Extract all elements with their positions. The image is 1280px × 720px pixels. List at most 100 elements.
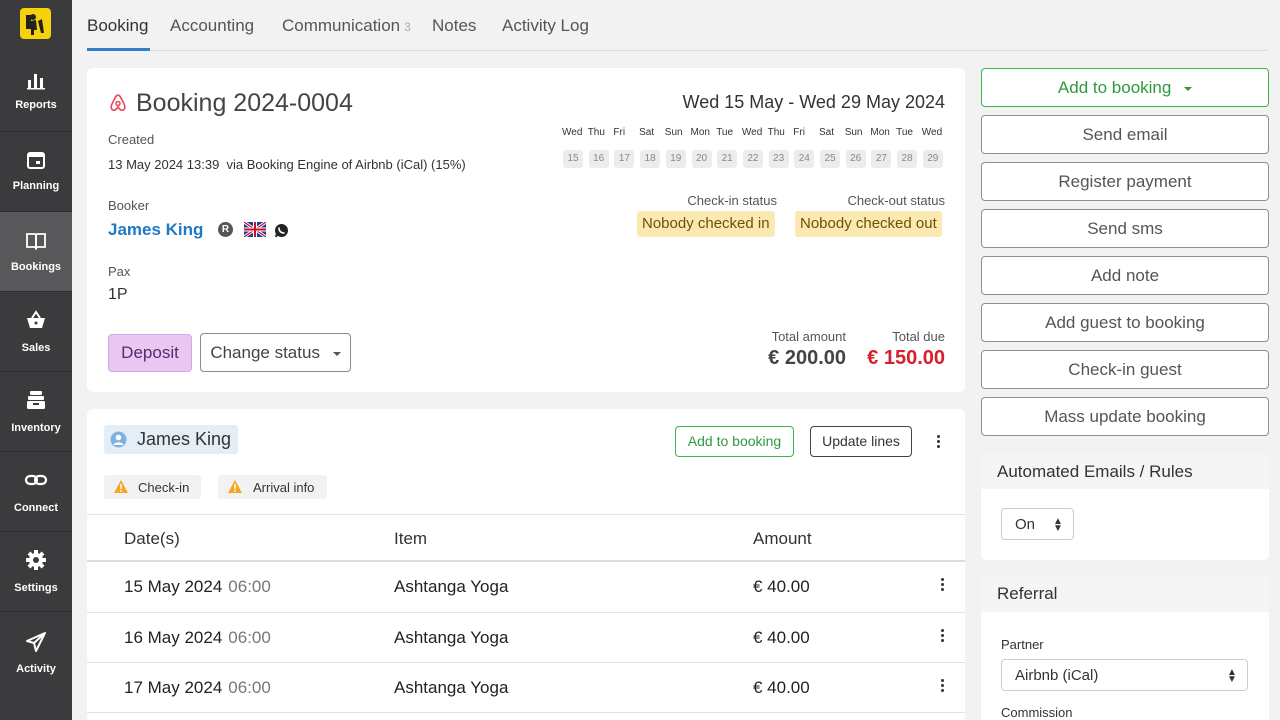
guest-add-to-booking-button[interactable]: Add to booking — [675, 426, 794, 457]
send-email-button[interactable]: Send email — [981, 115, 1269, 154]
uk-flag-icon — [243, 220, 267, 239]
calendar-day-label: Wed — [562, 127, 583, 138]
calendar-date-cell[interactable]: 17 — [614, 150, 635, 168]
add-guest-button[interactable]: Add guest to booking — [981, 303, 1269, 342]
user-icon — [110, 431, 127, 448]
warning-label: Arrival info — [253, 480, 315, 495]
table-row[interactable]: 15 May 2024 06:00 Ashtanga Yoga € 40.00 — [87, 562, 965, 612]
row-more-options-icon[interactable] — [939, 576, 945, 596]
calendar-date-cell[interactable]: 26 — [845, 150, 866, 168]
select-value: On — [1015, 516, 1036, 533]
warning-icon — [227, 479, 243, 494]
calendar-date-cell[interactable]: 19 — [665, 150, 686, 168]
deposit-status-button[interactable]: Deposit — [108, 334, 192, 372]
change-status-label: Change status — [210, 343, 320, 362]
row-amount: € 40.00 — [753, 577, 810, 596]
tab-accounting[interactable]: Accounting — [170, 16, 254, 36]
gear-icon — [24, 548, 48, 572]
booker-name-link[interactable]: James King — [108, 220, 203, 240]
sort-arrows-icon: ▲ ▼ — [1053, 516, 1063, 534]
sidebar-item-planning[interactable]: Planning — [0, 132, 72, 212]
tab-communication[interactable]: Communication 3 — [282, 16, 411, 36]
sidebar-item-label: Bookings — [10, 261, 62, 273]
mass-update-booking-button[interactable]: Mass update booking — [981, 397, 1269, 436]
guest-more-options-icon[interactable] — [935, 433, 941, 450]
column-header-amount: Amount — [753, 529, 812, 548]
row-amount: € 40.00 — [753, 678, 810, 697]
row-divider — [87, 712, 965, 713]
calendar-date-cell[interactable]: 20 — [691, 150, 712, 168]
row-more-options-icon[interactable] — [939, 627, 945, 647]
update-lines-button[interactable]: Update lines — [810, 426, 912, 457]
total-due-label: Total due — [892, 329, 945, 344]
table-row[interactable]: 16 May 2024 06:00 Ashtanga Yoga € 40.00 — [87, 612, 965, 662]
bar-chart-icon — [24, 68, 48, 92]
arrival-info-warning-chip[interactable]: Arrival info — [218, 475, 327, 499]
calendar-day-label: Thu — [587, 127, 605, 138]
tab-booking[interactable]: Booking — [87, 16, 148, 36]
link-icon — [24, 468, 48, 492]
tab-notes[interactable]: Notes — [432, 16, 476, 36]
tab-divider — [87, 50, 1268, 51]
calendar-date-cell[interactable]: 25 — [820, 150, 840, 168]
row-item: Ashtanga Yoga — [394, 678, 509, 697]
add-to-booking-dropdown[interactable]: Add to booking — [981, 68, 1269, 107]
row-item: Ashtanga Yoga — [394, 577, 509, 596]
calendar-day-label: Wed — [921, 127, 943, 138]
row-more-options-icon[interactable] — [939, 677, 945, 697]
checkout-status-badge: Nobody checked out — [795, 211, 942, 237]
calendar-date-cell[interactable]: 24 — [794, 150, 815, 168]
sidebar-item-reports[interactable]: Reports — [0, 52, 72, 132]
add-note-button[interactable]: Add note — [981, 256, 1269, 295]
app-logo[interactable] — [20, 8, 51, 39]
created-label: Created — [108, 132, 155, 147]
sidebar-item-settings[interactable]: Settings — [0, 532, 72, 612]
column-header-item: Item — [394, 529, 428, 548]
sidebar-item-bookings[interactable]: Bookings — [0, 212, 72, 292]
whatsapp-icon[interactable] — [274, 223, 289, 238]
calendar-date-cell[interactable]: 22 — [742, 150, 763, 168]
checkin-warning-chip[interactable]: Check-in — [104, 475, 201, 499]
guest-name-chip[interactable]: James King — [104, 425, 238, 454]
calendar-day-label: Fri — [793, 127, 805, 138]
sidebar-item-label: Inventory — [11, 422, 61, 434]
checkin-guest-button[interactable]: Check-in guest — [981, 350, 1269, 389]
partner-select[interactable]: Airbnb (iCal) ▲ ▼ — [1001, 659, 1248, 691]
sidebar-item-connect[interactable]: Connect — [0, 452, 72, 532]
sidebar-item-label: Sales — [21, 342, 51, 354]
total-due: € 150.00 — [867, 347, 945, 369]
tab-activity-log[interactable]: Activity Log — [502, 16, 589, 36]
calendar-date-cell[interactable]: 28 — [897, 150, 918, 168]
send-sms-button[interactable]: Send sms — [981, 209, 1269, 248]
calendar-date-cell[interactable]: 23 — [768, 150, 789, 168]
warning-label: Check-in — [138, 480, 190, 495]
register-payment-button[interactable]: Register payment — [981, 162, 1269, 201]
calendar-day-label: Mon — [690, 127, 710, 138]
sidebar-item-label: Reports — [15, 99, 57, 111]
row-date-value: 17 May 2024 — [124, 678, 223, 697]
change-status-dropdown[interactable]: Change status — [200, 333, 351, 372]
calendar-date-cell[interactable]: 27 — [871, 150, 892, 168]
calendar-date-cell[interactable]: 21 — [717, 150, 738, 168]
calendar-day-label: Tue — [716, 127, 734, 138]
row-date-value: 15 May 2024 — [124, 577, 223, 596]
sidebar-item-label: Activity — [16, 663, 56, 675]
calendar-day-label: Sun — [844, 127, 863, 138]
basket-icon — [24, 308, 48, 332]
total-amount: € 200.00 — [768, 347, 846, 369]
sidebar-item-inventory[interactable]: Inventory — [0, 372, 72, 452]
sidebar: Reports Planning Bookings Sales Inventor… — [0, 0, 72, 720]
calendar-date-cell[interactable]: 16 — [588, 150, 609, 168]
sidebar-item-activity[interactable]: Activity — [0, 612, 72, 692]
automated-emails-select[interactable]: On ▲ ▼ — [1001, 508, 1074, 540]
active-tab-indicator — [87, 48, 150, 51]
sidebar-item-sales[interactable]: Sales — [0, 292, 72, 372]
calendar-date-cell[interactable]: 18 — [640, 150, 661, 168]
calendar-day-label: Thu — [767, 127, 785, 138]
column-header-dates: Date(s) — [124, 529, 180, 548]
calendar-date-cell[interactable]: 29 — [922, 150, 943, 168]
calendar-date-cell[interactable]: 15 — [563, 150, 583, 168]
calendar-icon — [24, 148, 48, 172]
book-icon — [24, 228, 48, 252]
sidebar-item-label: Settings — [14, 582, 58, 594]
